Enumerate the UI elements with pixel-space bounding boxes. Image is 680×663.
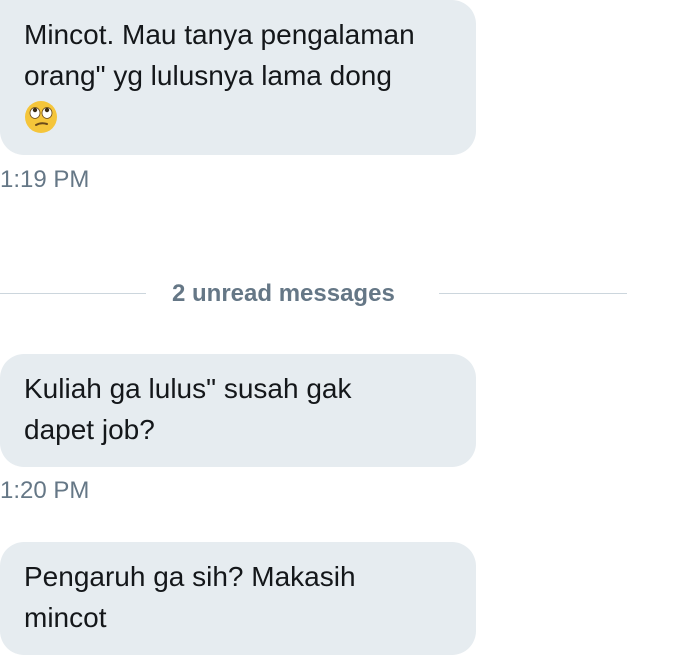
message-bubble[interactable]: Pengaruh ga sih? Makasih mincot: [0, 542, 476, 655]
message-text: Kuliah ga lulus" susah gak dapet job?: [24, 373, 352, 445]
message-timestamp: 1:19 PM: [0, 166, 90, 193]
face-with-rolling-eyes-emoji-icon: [25, 101, 57, 133]
message-bubble[interactable]: Mincot. Mau tanya pengalaman orang" yg l…: [0, 0, 476, 155]
message-timestamp: 1:20 PM: [0, 477, 90, 504]
unread-divider: 2 unread messages: [0, 280, 627, 308]
message-bubble[interactable]: Kuliah ga lulus" susah gak dapet job?: [0, 354, 476, 467]
message-text: Pengaruh ga sih? Makasih mincot: [24, 561, 356, 633]
message-text: Mincot. Mau tanya pengalaman orang" yg l…: [24, 19, 415, 91]
unread-messages-label: 2 unread messages: [172, 280, 395, 307]
divider-line-right: [439, 293, 627, 294]
divider-line-left: [0, 293, 146, 294]
